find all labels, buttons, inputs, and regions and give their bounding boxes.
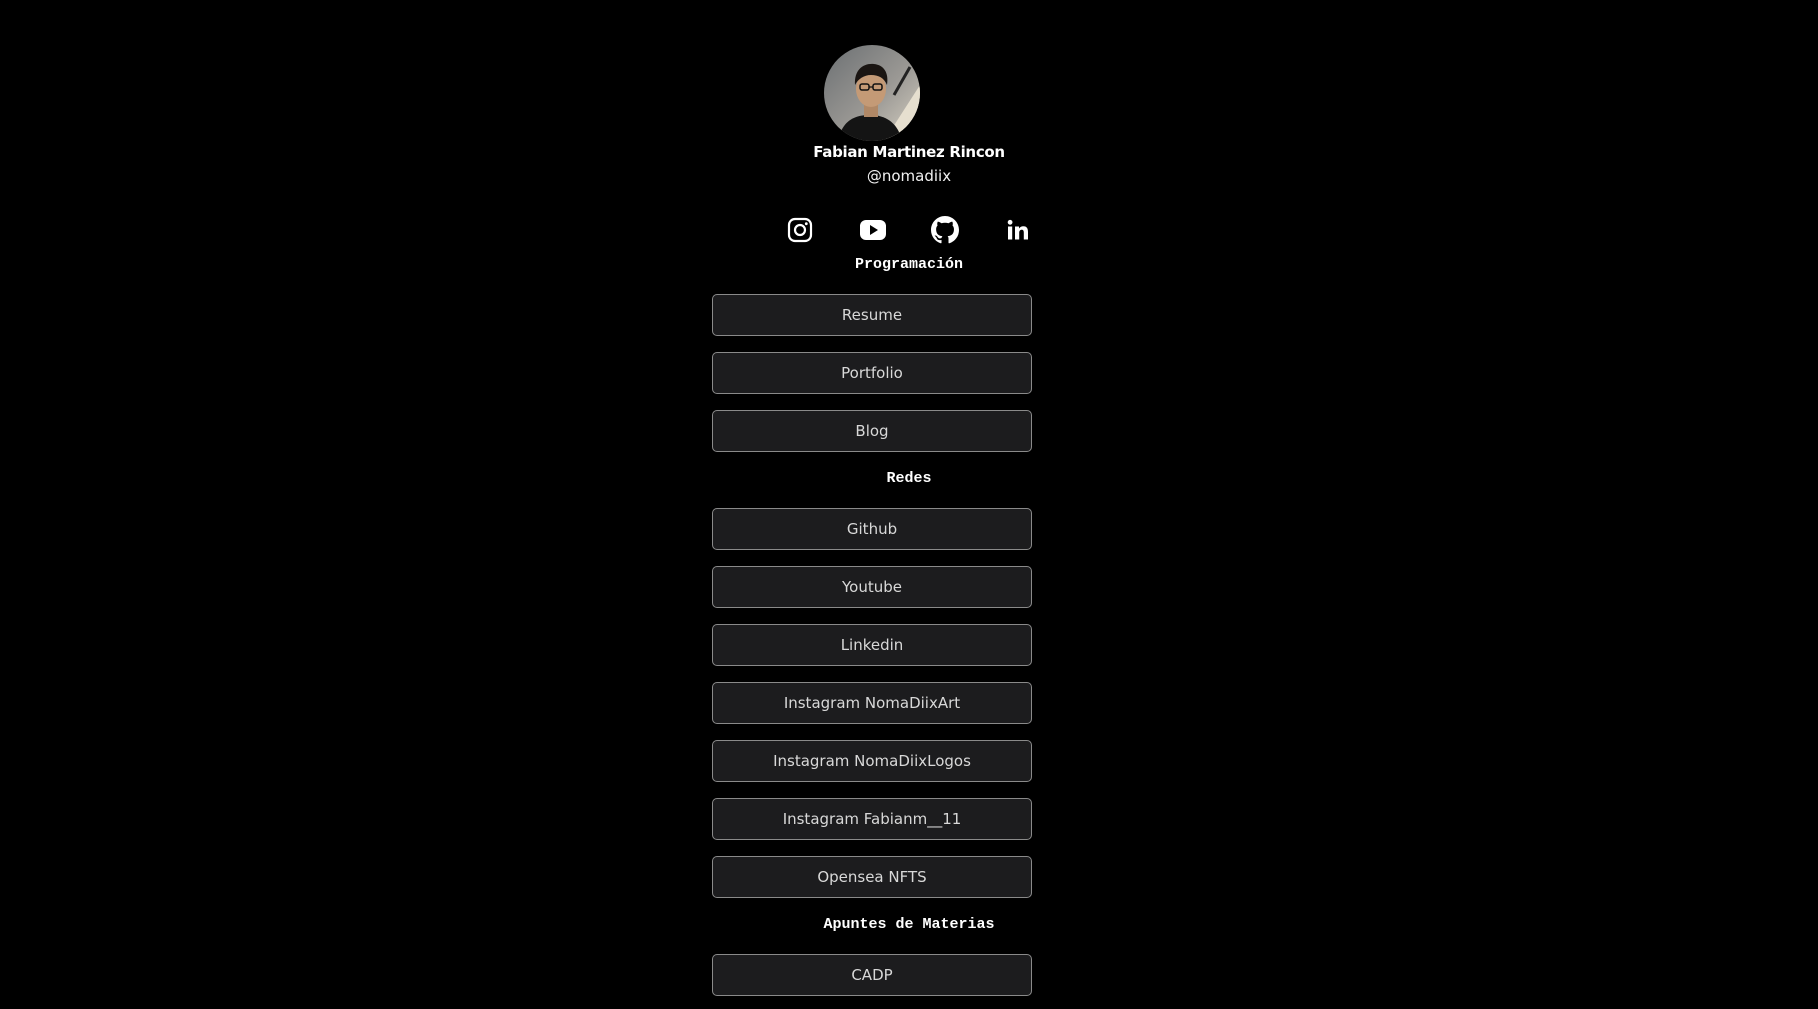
github-icon [931,216,960,244]
link-button-instagram-nomadiixart[interactable]: Instagram NomaDiixArt [712,682,1032,724]
social-icons-row [777,214,1041,246]
youtube-icon [859,220,886,240]
avatar [824,45,920,141]
link-button-resume[interactable]: Resume [712,294,1032,336]
link-button-portfolio[interactable]: Portfolio [712,352,1032,394]
github-link[interactable] [929,214,961,246]
linkedin-link[interactable] [1002,214,1034,246]
linkedin-icon [1007,219,1028,240]
link-button-github[interactable]: Github [712,508,1032,550]
section-title-redes: Redes [886,470,932,487]
section-title-apuntes: Apuntes de Materias [823,916,995,933]
profile-name: Fabian Martinez Rincon [813,143,1005,161]
profile-handle: @nomadiix [866,167,952,185]
link-button-cadp[interactable]: CADP [712,954,1032,996]
youtube-link[interactable] [857,214,889,246]
link-button-instagram-fabianm[interactable]: Instagram Fabianm__11 [712,798,1032,840]
link-button-instagram-nomadiixlogos[interactable]: Instagram NomaDiixLogos [712,740,1032,782]
link-button-opensea-nfts[interactable]: Opensea NFTS [712,856,1032,898]
instagram-icon [787,217,813,243]
link-button-linkedin[interactable]: Linkedin [712,624,1032,666]
instagram-link[interactable] [784,214,816,246]
avatar-photo [824,45,920,141]
section-title-programacion: Programación [854,256,964,273]
link-button-youtube[interactable]: Youtube [712,566,1032,608]
link-button-blog[interactable]: Blog [712,410,1032,452]
linktree-page: Fabian Martinez Rincon @nomadiix Program… [0,0,1818,1009]
